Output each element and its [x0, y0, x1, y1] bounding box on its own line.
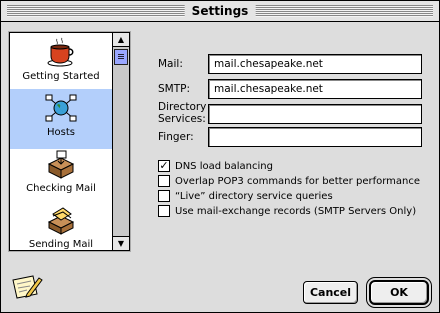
- scroll-thumb[interactable]: [114, 49, 128, 65]
- smtp-label: SMTP:: [158, 83, 191, 95]
- coffee-cup-icon: [47, 37, 74, 67]
- smtp-server-input[interactable]: [208, 79, 422, 99]
- sidebar-item-hosts[interactable]: Hosts: [10, 89, 112, 149]
- directory-services-input[interactable]: [208, 104, 422, 124]
- sidebar-item-label: Hosts: [47, 127, 75, 138]
- option-live-directory-queries[interactable]: “Live” directory service queries: [158, 189, 333, 203]
- cancel-button[interactable]: Cancel: [303, 281, 358, 304]
- scroll-up-arrow-icon[interactable]: ▲: [113, 33, 129, 47]
- option-label: DNS load balancing: [175, 160, 273, 172]
- option-overlap-pop3[interactable]: Overlap POP3 commands for better perform…: [158, 174, 420, 188]
- directory-services-label-line2: Services:: [158, 113, 206, 125]
- window-title: Settings: [184, 3, 256, 19]
- mx-records-checkbox[interactable]: [158, 205, 170, 217]
- scroll-down-arrow-icon[interactable]: ▼: [113, 236, 129, 250]
- mail-label: Mail:: [158, 58, 183, 70]
- sidebar-item-label: Checking Mail: [26, 183, 96, 194]
- edit-note-icon[interactable]: [11, 272, 43, 300]
- finger-label: Finger:: [158, 131, 194, 143]
- ok-button[interactable]: OK: [369, 280, 429, 305]
- settings-window: Settings Getting Started Hosts Checking …: [0, 0, 440, 313]
- dns-load-balancing-checkbox[interactable]: ✓: [158, 160, 170, 172]
- sidebar-item-label: Getting Started: [22, 71, 100, 82]
- live-directory-checkbox[interactable]: [158, 190, 170, 202]
- finger-server-input[interactable]: [208, 127, 422, 147]
- mailbox-tray-icon: [47, 150, 75, 179]
- option-label: “Live” directory service queries: [175, 190, 333, 202]
- sidebar-item-checking-mail[interactable]: Checking Mail: [10, 145, 112, 205]
- sidebar-item-label: Sending Mail: [28, 239, 94, 250]
- sidebar-item-getting-started[interactable]: Getting Started: [10, 33, 112, 93]
- settings-category-list: Getting Started Hosts Checking Mail Send…: [9, 32, 130, 251]
- title-bar[interactable]: Settings: [1, 1, 439, 22]
- overlap-pop3-checkbox[interactable]: [158, 175, 170, 187]
- category-items: Getting Started Hosts Checking Mail Send…: [10, 33, 112, 250]
- sidebar-item-sending-mail[interactable]: Sending Mail: [10, 201, 112, 250]
- option-dns-load-balancing[interactable]: ✓ DNS load balancing: [158, 159, 273, 173]
- mail-server-input[interactable]: [208, 54, 422, 74]
- network-globe-icon: [45, 94, 77, 122]
- option-mx-records[interactable]: Use mail-exchange records (SMTP Servers …: [158, 204, 416, 218]
- option-label: Overlap POP3 commands for better perform…: [175, 175, 421, 187]
- sidebar-scrollbar[interactable]: ▲ ▼: [112, 33, 129, 250]
- outbox-letters-icon: [47, 207, 75, 235]
- option-label: Use mail-exchange records (SMTP Servers …: [175, 205, 417, 217]
